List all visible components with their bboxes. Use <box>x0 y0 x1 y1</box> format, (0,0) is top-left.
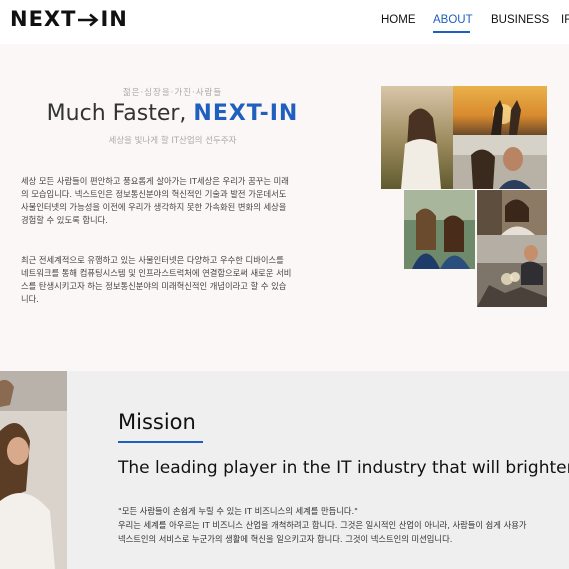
headline-prefix: Much Faster, <box>46 101 194 126</box>
mission-quote: "모든 사람들이 손쉽게 누릴 수 있는 IT 비즈니스의 세계를 만듭니다." <box>118 506 358 516</box>
logo-text-left: NEXT <box>10 7 77 31</box>
hero-tagline: 세상을 빛나게 할 IT산업의 선두주자 <box>108 136 237 146</box>
nav-business[interactable]: BUSINESS <box>491 14 549 26</box>
friends-selfie-photo <box>404 190 475 269</box>
hero-headline: Much Faster, NEXT-IN <box>0 101 345 126</box>
mission-title: Mission <box>118 410 196 434</box>
logo-text-right: IN <box>100 7 128 31</box>
hero-kicker: 젊은·심장을·가진·사람들 <box>122 88 223 98</box>
intro-paragraph-2: 최근 전세계적으로 유행하고 있는 사물인터넷은 다양하고 우수한 디바이스를 … <box>21 255 292 304</box>
arrow-right-icon <box>78 13 99 27</box>
couple-sunset-photo <box>453 86 547 135</box>
toast-photo <box>477 235 547 307</box>
logo[interactable]: NEXT IN <box>10 7 128 31</box>
mission-subtitle: The leading player in the IT industry th… <box>118 458 569 478</box>
mission-title-underline <box>118 441 203 443</box>
nav-home[interactable]: HOME <box>381 14 416 26</box>
active-nav-indicator <box>433 31 470 33</box>
laughing-woman-photo <box>477 190 547 235</box>
top-navigation-bar: NEXT IN HOME ABOUT BUSINESS IR <box>0 0 569 44</box>
nav-ir[interactable]: IR <box>561 14 569 26</box>
woman-field-photo <box>381 86 453 189</box>
intro-paragraph-1: 세상 모든 사람들이 편안하고 풍요롭게 살아가는 IT세상은 우리가 꿈꾸는 … <box>21 176 289 225</box>
couple-selfie-photo <box>453 135 547 189</box>
mission-text-line-1: 우리는 세계를 아우르는 IT 비즈니스 산업을 개척하려고 합니다. 그것은 … <box>118 520 527 530</box>
headline-brand: NEXT-IN <box>193 101 299 126</box>
mission-text-line-2: 넥스트인의 서비스로 누군가의 생활에 혁신을 일으키고자 합니다. 그것이 넥… <box>118 534 453 544</box>
nav-about[interactable]: ABOUT <box>433 14 473 26</box>
mission-people-photo <box>0 371 67 569</box>
